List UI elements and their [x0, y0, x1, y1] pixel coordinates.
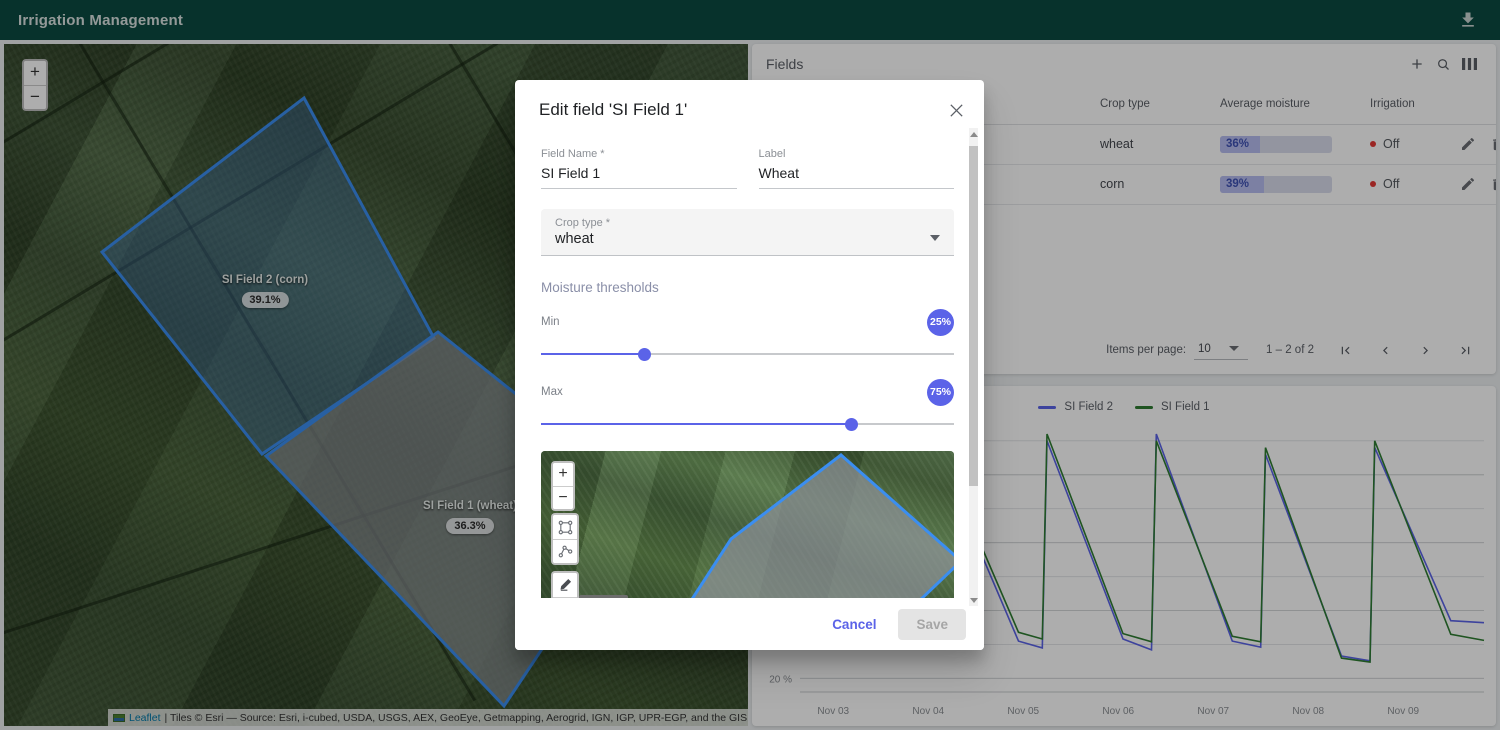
min-threshold-slider-block: Min 25%	[541, 309, 954, 365]
field-name-field: Field Name * SI Field 1	[541, 148, 737, 189]
max-slider-fill	[541, 423, 851, 425]
save-button: Save	[898, 609, 966, 640]
mini-map-zoom-controls[interactable]: + −	[551, 461, 575, 511]
crop-type-value: wheat	[555, 231, 940, 247]
label-input[interactable]: Wheat	[759, 165, 955, 189]
scroll-up-button[interactable]	[969, 128, 978, 140]
dialog-footer: Cancel Save	[515, 598, 984, 650]
max-threshold-slider-block: Max 75%	[541, 379, 954, 435]
min-slider-label: Min	[541, 316, 560, 328]
label-field: Label Wheat	[759, 148, 955, 189]
dialog-scrollbar[interactable]	[969, 128, 978, 606]
field-name-label: Field Name *	[541, 148, 737, 160]
max-slider-value-chip: 75%	[927, 379, 954, 406]
max-slider-label: Max	[541, 386, 563, 398]
draw-polygon-button[interactable]	[553, 539, 577, 563]
dialog-scrollbar-thumb[interactable]	[969, 146, 978, 486]
max-slider[interactable]	[541, 413, 954, 435]
cancel-button[interactable]: Cancel	[818, 609, 890, 640]
close-icon	[948, 102, 965, 119]
mini-map-zoom-in-button[interactable]: +	[553, 463, 573, 486]
close-dialog-button[interactable]	[942, 96, 970, 124]
min-slider-thumb[interactable]	[638, 348, 651, 361]
draw-edit-toolbar	[551, 571, 579, 598]
draw-create-toolbar	[551, 513, 579, 565]
chevron-down-icon	[930, 235, 940, 241]
draw-tooltip: Finish	[579, 595, 628, 598]
moisture-thresholds-title: Moisture thresholds	[541, 280, 954, 295]
min-slider-fill	[541, 353, 644, 355]
min-slider-header: Min 25%	[541, 309, 954, 335]
min-slider[interactable]	[541, 343, 954, 365]
dialog-header: Edit field 'SI Field 1'	[515, 80, 984, 126]
min-slider-value-chip: 25%	[927, 309, 954, 336]
irrigation-management-app: Irrigation Management	[0, 0, 1500, 730]
crop-type-select[interactable]: Crop type * wheat	[541, 209, 954, 256]
name-label-row: Field Name * SI Field 1 Label Wheat	[541, 148, 954, 189]
mini-map-zoom-out-button[interactable]: −	[553, 486, 573, 509]
crop-type-label: Crop type *	[555, 217, 940, 229]
chevron-down-icon	[970, 598, 978, 603]
draw-rectangle-button[interactable]	[553, 515, 577, 539]
dialog-body: Field Name * SI Field 1 Label Wheat Crop…	[515, 126, 984, 598]
max-slider-header: Max 75%	[541, 379, 954, 405]
label-field-label: Label	[759, 148, 955, 160]
chevron-up-icon	[970, 132, 978, 137]
draw-polygon-icon	[558, 544, 573, 559]
dialog-title: Edit field 'SI Field 1'	[539, 100, 960, 120]
edit-field-dialog: Edit field 'SI Field 1' Field Name * SI …	[515, 80, 984, 650]
field-name-input[interactable]: SI Field 1	[541, 165, 737, 189]
draw-rectangle-icon	[558, 520, 573, 535]
mini-map-polygon	[541, 451, 954, 598]
edit-vertices-button[interactable]	[553, 573, 577, 597]
dialog-field-map[interactable]: + −	[541, 451, 954, 598]
move-shape-button[interactable]	[553, 597, 577, 598]
max-slider-thumb[interactable]	[845, 418, 858, 431]
edit-vertices-icon	[558, 578, 573, 593]
scroll-down-button[interactable]	[969, 594, 978, 606]
